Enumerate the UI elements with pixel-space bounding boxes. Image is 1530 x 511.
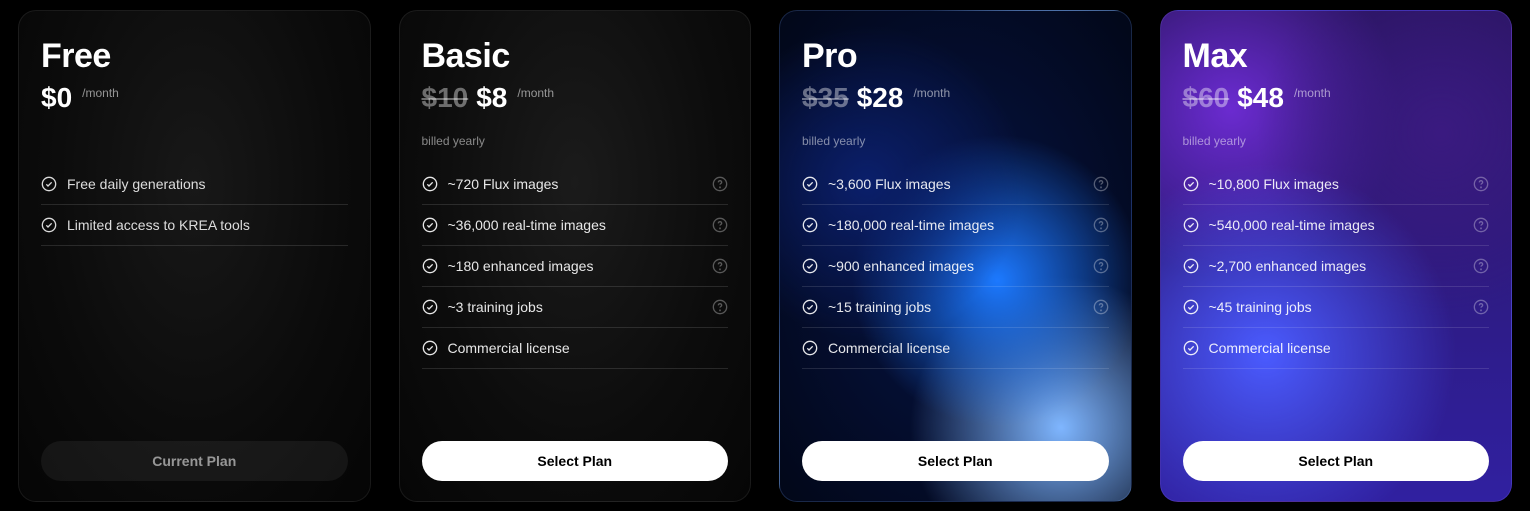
feature-text: Free daily generations (67, 176, 348, 192)
feature-text: ~15 training jobs (828, 299, 1083, 315)
price-current: $48 (1237, 82, 1284, 114)
help-icon[interactable] (1093, 176, 1109, 192)
check-circle-icon (422, 299, 438, 315)
feature-text: Commercial license (1209, 340, 1490, 356)
price-current: $8 (476, 82, 507, 114)
feature-row: Limited access to KREA tools (41, 205, 348, 246)
help-icon[interactable] (712, 299, 728, 315)
feature-text: Commercial license (448, 340, 729, 356)
price-row: $0/month (41, 82, 348, 114)
check-circle-icon (422, 340, 438, 356)
feature-text: ~180,000 real-time images (828, 217, 1083, 233)
feature-text: ~45 training jobs (1209, 299, 1464, 315)
plan-name: Max (1183, 37, 1490, 76)
per-month-label: /month (517, 86, 554, 100)
feature-text: Commercial license (828, 340, 1109, 356)
check-circle-icon (41, 176, 57, 192)
price-row: $35$28/month (802, 82, 1109, 114)
feature-row: ~15 training jobs (802, 287, 1109, 328)
feature-text: ~2,700 enhanced images (1209, 258, 1464, 274)
pricing-card-pro: Pro $35$28/month billed yearly ~3,600 Flux … (779, 10, 1132, 502)
check-circle-icon (422, 176, 438, 192)
help-icon[interactable] (712, 217, 728, 233)
plan-name: Free (41, 37, 348, 76)
feature-row: ~10,800 Flux images (1183, 164, 1490, 205)
help-icon[interactable] (1473, 299, 1489, 315)
check-circle-icon (1183, 340, 1199, 356)
price-old: $10 (422, 82, 469, 114)
feature-text: ~720 Flux images (448, 176, 703, 192)
help-icon[interactable] (1473, 176, 1489, 192)
check-circle-icon (1183, 217, 1199, 233)
check-circle-icon (802, 176, 818, 192)
pricing-card-max: Max $60$48/month billed yearly ~10,800 Flux… (1160, 10, 1513, 502)
price-row: $10$8/month (422, 82, 729, 114)
help-icon[interactable] (712, 258, 728, 274)
billing-note: billed yearly (422, 134, 729, 148)
price-old: $35 (802, 82, 849, 114)
plan-name: Pro (802, 37, 1109, 76)
check-circle-icon (422, 217, 438, 233)
check-circle-icon (802, 299, 818, 315)
billing-note: billed yearly (802, 134, 1109, 148)
per-month-label: /month (913, 86, 950, 100)
feature-row: ~180 enhanced images (422, 246, 729, 287)
feature-text: ~540,000 real-time images (1209, 217, 1464, 233)
help-icon[interactable] (1093, 258, 1109, 274)
check-circle-icon (1183, 258, 1199, 274)
price-current: $0 (41, 82, 72, 114)
feature-text: ~36,000 real-time images (448, 217, 703, 233)
feature-row: ~3 training jobs (422, 287, 729, 328)
per-month-label: /month (82, 86, 119, 100)
check-circle-icon (802, 258, 818, 274)
feature-text: ~10,800 Flux images (1209, 176, 1464, 192)
select-plan-button[interactable]: Select Plan (802, 441, 1109, 481)
feature-row: Commercial license (802, 328, 1109, 369)
feature-text: ~3,600 Flux images (828, 176, 1083, 192)
current-plan-button: Current Plan (41, 441, 348, 481)
check-circle-icon (1183, 176, 1199, 192)
per-month-label: /month (1294, 86, 1331, 100)
help-icon[interactable] (712, 176, 728, 192)
help-icon[interactable] (1093, 299, 1109, 315)
feature-row: Free daily generations (41, 164, 348, 205)
feature-row: ~36,000 real-time images (422, 205, 729, 246)
feature-row: ~3,600 Flux images (802, 164, 1109, 205)
feature-row: ~2,700 enhanced images (1183, 246, 1490, 287)
pricing-card-free: Free $0/month Free daily generations Limite… (18, 10, 371, 502)
plan-name: Basic (422, 37, 729, 76)
price-row: $60$48/month (1183, 82, 1490, 114)
feature-list: ~720 Flux images ~36,000 real-time images… (422, 164, 729, 441)
select-plan-button[interactable]: Select Plan (1183, 441, 1490, 481)
feature-row: ~720 Flux images (422, 164, 729, 205)
check-circle-icon (41, 217, 57, 233)
check-circle-icon (1183, 299, 1199, 315)
feature-text: Limited access to KREA tools (67, 217, 348, 233)
help-icon[interactable] (1093, 217, 1109, 233)
feature-row: ~180,000 real-time images (802, 205, 1109, 246)
feature-list: ~10,800 Flux images ~540,000 real-time im… (1183, 164, 1490, 441)
pricing-card-basic: Basic $10$8/month billed yearly ~720 Flux i… (399, 10, 752, 502)
feature-row: Commercial license (1183, 328, 1490, 369)
price-current: $28 (857, 82, 904, 114)
check-circle-icon (802, 340, 818, 356)
feature-row: ~900 enhanced images (802, 246, 1109, 287)
feature-row: Commercial license (422, 328, 729, 369)
price-old: $60 (1183, 82, 1230, 114)
feature-row: ~45 training jobs (1183, 287, 1490, 328)
check-circle-icon (422, 258, 438, 274)
help-icon[interactable] (1473, 217, 1489, 233)
billing-note: billed yearly (1183, 134, 1490, 148)
feature-list: Free daily generations Limited access to … (41, 164, 348, 441)
check-circle-icon (802, 217, 818, 233)
feature-text: ~180 enhanced images (448, 258, 703, 274)
feature-text: ~3 training jobs (448, 299, 703, 315)
help-icon[interactable] (1473, 258, 1489, 274)
feature-text: ~900 enhanced images (828, 258, 1083, 274)
select-plan-button[interactable]: Select Plan (422, 441, 729, 481)
feature-list: ~3,600 Flux images ~180,000 real-time ima… (802, 164, 1109, 441)
feature-row: ~540,000 real-time images (1183, 205, 1490, 246)
